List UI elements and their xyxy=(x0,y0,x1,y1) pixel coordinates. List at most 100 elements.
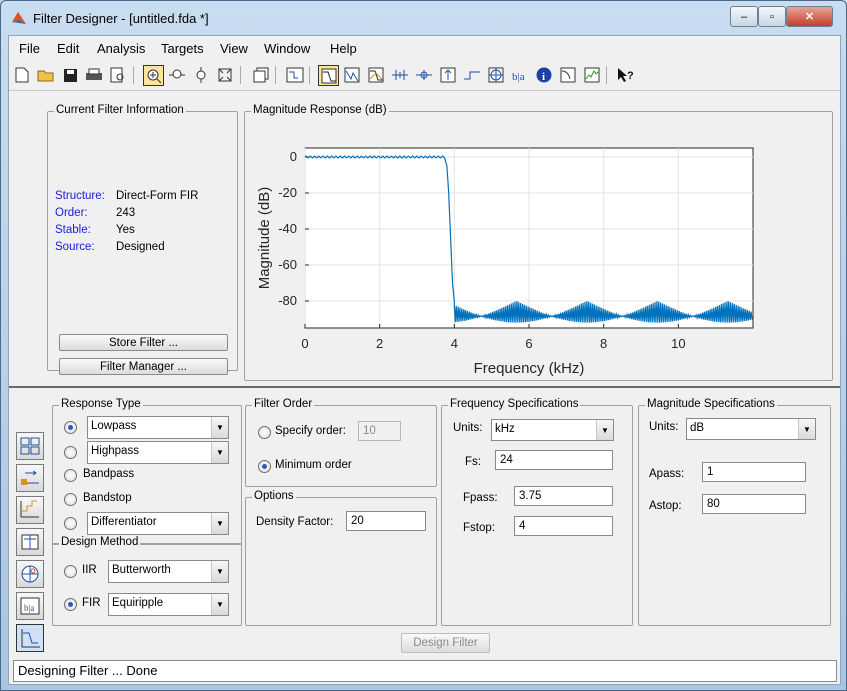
app-window: Filter Designer - [untitled.fda *] – ▫ ✕… xyxy=(0,0,847,691)
order-input[interactable]: 10 xyxy=(358,421,401,441)
design-method-panel: Design Method IIR Butterworth ▼ FIR Equir… xyxy=(52,536,242,626)
lowpass-select[interactable]: Lowpass ▼ xyxy=(87,416,229,439)
svg-text:b|a: b|a xyxy=(24,603,34,613)
differentiator-radio[interactable] xyxy=(64,517,77,530)
client-area: File Edit Analysis Targets View Window H… xyxy=(8,35,841,685)
group-delay-icon[interactable] xyxy=(390,65,410,85)
new-file-icon[interactable] xyxy=(12,65,32,85)
menu-edit[interactable]: Edit xyxy=(57,41,79,56)
minimum-order-radio[interactable] xyxy=(258,460,271,473)
apass-input[interactable]: 1 xyxy=(702,462,806,482)
round-off-noise-icon[interactable] xyxy=(582,65,602,85)
mag-phase-icon[interactable] xyxy=(366,65,386,85)
iir-method-select[interactable]: Butterworth ▼ xyxy=(108,560,229,583)
info-icon[interactable]: i xyxy=(534,65,554,85)
whats-this-icon[interactable]: ? xyxy=(615,65,635,85)
lowpass-radio[interactable] xyxy=(64,421,77,434)
highpass-radio[interactable] xyxy=(64,446,77,459)
toolbar-separator xyxy=(133,66,134,84)
x-tick-label: 8 xyxy=(600,336,607,351)
current-filter-info-panel: Current Filter Information Structure: Di… xyxy=(47,104,238,375)
differentiator-select[interactable]: Differentiator ▼ xyxy=(87,512,229,535)
filter-order-panel: Filter Order Specify order: 10 Minimum o… xyxy=(245,398,437,487)
new-window-icon[interactable] xyxy=(251,65,271,85)
bandstop-label: Bandstop xyxy=(83,492,132,504)
print-preview-icon[interactable] xyxy=(108,65,128,85)
step-response-icon[interactable] xyxy=(462,65,482,85)
fstop-label: Fstop: xyxy=(463,522,495,534)
density-factor-input[interactable]: 20 xyxy=(346,511,426,531)
menu-help[interactable]: Help xyxy=(330,41,357,56)
menu-analysis[interactable]: Analysis xyxy=(97,41,145,56)
x-tick-label: 0 xyxy=(301,336,308,351)
design-filter-button[interactable]: Design Filter xyxy=(401,633,490,653)
coefficients-icon[interactable]: b|a xyxy=(510,65,530,85)
y-tick-label: -20 xyxy=(278,185,297,200)
toolbar-separator xyxy=(606,66,607,84)
impulse-response-icon[interactable] xyxy=(438,65,458,85)
mag-estimate-icon[interactable] xyxy=(558,65,578,85)
transform-filter-icon[interactable] xyxy=(16,432,44,460)
fir-label: FIR xyxy=(82,597,101,609)
fir-method-select[interactable]: Equiripple ▼ xyxy=(108,593,229,616)
bandstop-radio[interactable] xyxy=(64,493,77,506)
info-key-order: Order: xyxy=(55,207,88,219)
density-factor-label: Density Factor: xyxy=(256,516,334,528)
magnitude-response-chart[interactable]: 0 2 4 6 8 10 0 -20 -40 -60 -80 Frequency (kHz) Magni… xyxy=(245,112,832,380)
import-filter-icon[interactable]: b|a xyxy=(16,592,44,620)
mag-units-select[interactable]: dB ▼ xyxy=(686,418,816,440)
menu-window[interactable]: Window xyxy=(264,41,310,56)
astop-input[interactable]: 80 xyxy=(702,494,806,514)
highpass-select[interactable]: Highpass ▼ xyxy=(87,441,229,464)
panel-divider[interactable] xyxy=(9,386,840,388)
toolbar-separator xyxy=(275,66,276,84)
mag-units-label: Units: xyxy=(649,421,679,433)
phase-response-icon[interactable] xyxy=(342,65,362,85)
multirate-icon[interactable] xyxy=(16,464,44,492)
minimize-button[interactable]: – xyxy=(730,6,758,27)
zoom-y-icon[interactable] xyxy=(191,65,211,85)
title-bar[interactable]: Filter Designer - [untitled.fda *] – ▫ ✕ xyxy=(1,1,846,35)
filter-specs-icon[interactable] xyxy=(285,65,305,85)
zoom-x-icon[interactable] xyxy=(167,65,187,85)
y-tick-label: -40 xyxy=(278,221,297,236)
frequency-specifications-panel: Frequency Specifications Units: kHz ▼ Fs:… xyxy=(441,398,633,626)
fpass-input[interactable]: 3.75 xyxy=(514,486,613,506)
magnitude-response-icon[interactable] xyxy=(318,65,339,86)
bandpass-radio[interactable] xyxy=(64,469,77,482)
design-filter-icon[interactable] xyxy=(16,624,44,652)
pole-zero-editor-icon[interactable] xyxy=(16,560,44,588)
y-axis-label: Magnitude (dB) xyxy=(256,187,273,290)
realize-model-icon[interactable] xyxy=(16,528,44,556)
pole-zero-icon[interactable] xyxy=(486,65,506,85)
quantization-icon[interactable] xyxy=(16,496,44,524)
fstop-input[interactable]: 4 xyxy=(514,516,613,536)
panel-title: Options xyxy=(252,490,296,502)
phase-delay-icon[interactable] xyxy=(414,65,434,85)
chevron-down-icon: ▼ xyxy=(211,561,228,582)
info-value-order: 243 xyxy=(116,207,136,219)
print-icon[interactable] xyxy=(84,65,104,85)
freq-units-select[interactable]: kHz ▼ xyxy=(491,419,614,441)
menu-file[interactable]: File xyxy=(19,41,40,56)
y-tick-label: -60 xyxy=(278,257,297,272)
x-tick-label: 10 xyxy=(671,336,685,351)
close-button[interactable]: ✕ xyxy=(786,6,833,27)
chevron-down-icon: ▼ xyxy=(798,419,815,439)
fs-input[interactable]: 24 xyxy=(495,450,613,470)
magnitude-response-panel: Magnitude Response (dB) 0 2 4 6 8 10 0 -20 -40 -6… xyxy=(244,104,833,381)
filter-manager-button[interactable]: Filter Manager ... xyxy=(59,358,228,375)
fir-radio[interactable] xyxy=(64,598,77,611)
svg-text:?: ? xyxy=(627,70,634,82)
store-filter-button[interactable]: Store Filter ... xyxy=(59,334,228,351)
full-view-icon[interactable] xyxy=(215,65,235,85)
menu-view[interactable]: View xyxy=(220,41,248,56)
save-icon[interactable] xyxy=(60,65,80,85)
iir-radio[interactable] xyxy=(64,565,77,578)
maximize-button[interactable]: ▫ xyxy=(758,6,786,27)
menu-targets[interactable]: Targets xyxy=(161,41,204,56)
zoom-in-icon[interactable] xyxy=(143,65,164,86)
info-value-stable: Yes xyxy=(116,224,135,236)
open-folder-icon[interactable] xyxy=(36,65,56,85)
specify-order-radio[interactable] xyxy=(258,426,271,439)
